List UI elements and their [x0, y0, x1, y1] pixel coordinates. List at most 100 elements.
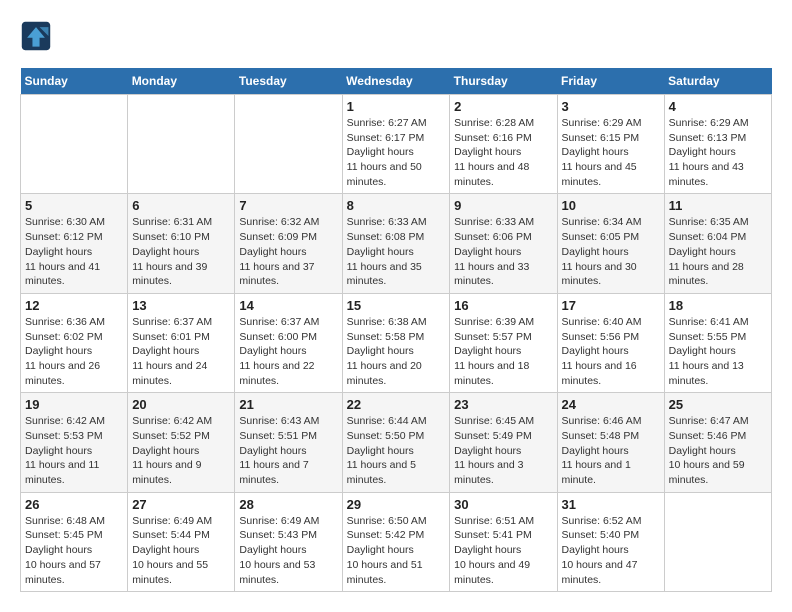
day-number: 6 — [132, 198, 230, 213]
day-info: Sunrise: 6:44 AM Sunset: 5:50 PM Dayligh… — [347, 414, 446, 487]
calendar-cell: 18 Sunrise: 6:41 AM Sunset: 5:55 PM Dayl… — [664, 293, 771, 392]
day-info: Sunrise: 6:48 AM Sunset: 5:45 PM Dayligh… — [25, 514, 123, 587]
day-info: Sunrise: 6:42 AM Sunset: 5:52 PM Dayligh… — [132, 414, 230, 487]
day-number: 2 — [454, 99, 552, 114]
day-number: 21 — [239, 397, 337, 412]
calendar-cell: 30 Sunrise: 6:51 AM Sunset: 5:41 PM Dayl… — [450, 492, 557, 591]
weekday-header-friday: Friday — [557, 68, 664, 95]
calendar-week-row: 19 Sunrise: 6:42 AM Sunset: 5:53 PM Dayl… — [21, 393, 772, 492]
calendar-cell: 5 Sunrise: 6:30 AM Sunset: 6:12 PM Dayli… — [21, 194, 128, 293]
calendar-cell: 28 Sunrise: 6:49 AM Sunset: 5:43 PM Dayl… — [235, 492, 342, 591]
day-info: Sunrise: 6:35 AM Sunset: 6:04 PM Dayligh… — [669, 215, 767, 288]
calendar-cell: 15 Sunrise: 6:38 AM Sunset: 5:58 PM Dayl… — [342, 293, 450, 392]
day-info: Sunrise: 6:31 AM Sunset: 6:10 PM Dayligh… — [132, 215, 230, 288]
day-info: Sunrise: 6:36 AM Sunset: 6:02 PM Dayligh… — [25, 315, 123, 388]
day-number: 23 — [454, 397, 552, 412]
day-info: Sunrise: 6:37 AM Sunset: 6:01 PM Dayligh… — [132, 315, 230, 388]
logo-icon — [20, 20, 52, 52]
day-info: Sunrise: 6:38 AM Sunset: 5:58 PM Dayligh… — [347, 315, 446, 388]
calendar-cell: 9 Sunrise: 6:33 AM Sunset: 6:06 PM Dayli… — [450, 194, 557, 293]
calendar-table: SundayMondayTuesdayWednesdayThursdayFrid… — [20, 68, 772, 592]
day-info: Sunrise: 6:29 AM Sunset: 6:13 PM Dayligh… — [669, 116, 767, 189]
day-info: Sunrise: 6:32 AM Sunset: 6:09 PM Dayligh… — [239, 215, 337, 288]
day-info: Sunrise: 6:34 AM Sunset: 6:05 PM Dayligh… — [562, 215, 660, 288]
day-number: 26 — [25, 497, 123, 512]
page-header — [20, 20, 772, 52]
calendar-cell — [235, 95, 342, 194]
day-number: 3 — [562, 99, 660, 114]
day-info: Sunrise: 6:40 AM Sunset: 5:56 PM Dayligh… — [562, 315, 660, 388]
calendar-cell: 22 Sunrise: 6:44 AM Sunset: 5:50 PM Dayl… — [342, 393, 450, 492]
calendar-cell: 25 Sunrise: 6:47 AM Sunset: 5:46 PM Dayl… — [664, 393, 771, 492]
day-info: Sunrise: 6:50 AM Sunset: 5:42 PM Dayligh… — [347, 514, 446, 587]
day-info: Sunrise: 6:42 AM Sunset: 5:53 PM Dayligh… — [25, 414, 123, 487]
day-number: 9 — [454, 198, 552, 213]
day-info: Sunrise: 6:49 AM Sunset: 5:43 PM Dayligh… — [239, 514, 337, 587]
calendar-cell: 23 Sunrise: 6:45 AM Sunset: 5:49 PM Dayl… — [450, 393, 557, 492]
calendar-week-row: 26 Sunrise: 6:48 AM Sunset: 5:45 PM Dayl… — [21, 492, 772, 591]
weekday-header-sunday: Sunday — [21, 68, 128, 95]
day-number: 25 — [669, 397, 767, 412]
weekday-header-row: SundayMondayTuesdayWednesdayThursdayFrid… — [21, 68, 772, 95]
weekday-header-wednesday: Wednesday — [342, 68, 450, 95]
calendar-cell: 26 Sunrise: 6:48 AM Sunset: 5:45 PM Dayl… — [21, 492, 128, 591]
calendar-week-row: 1 Sunrise: 6:27 AM Sunset: 6:17 PM Dayli… — [21, 95, 772, 194]
day-number: 31 — [562, 497, 660, 512]
calendar-cell: 4 Sunrise: 6:29 AM Sunset: 6:13 PM Dayli… — [664, 95, 771, 194]
day-number: 4 — [669, 99, 767, 114]
day-number: 27 — [132, 497, 230, 512]
day-number: 24 — [562, 397, 660, 412]
day-info: Sunrise: 6:29 AM Sunset: 6:15 PM Dayligh… — [562, 116, 660, 189]
weekday-header-thursday: Thursday — [450, 68, 557, 95]
calendar-cell: 7 Sunrise: 6:32 AM Sunset: 6:09 PM Dayli… — [235, 194, 342, 293]
day-info: Sunrise: 6:49 AM Sunset: 5:44 PM Dayligh… — [132, 514, 230, 587]
calendar-cell: 10 Sunrise: 6:34 AM Sunset: 6:05 PM Dayl… — [557, 194, 664, 293]
logo — [20, 20, 56, 52]
calendar-cell: 21 Sunrise: 6:43 AM Sunset: 5:51 PM Dayl… — [235, 393, 342, 492]
day-info: Sunrise: 6:33 AM Sunset: 6:08 PM Dayligh… — [347, 215, 446, 288]
calendar-cell — [128, 95, 235, 194]
calendar-cell — [664, 492, 771, 591]
day-info: Sunrise: 6:47 AM Sunset: 5:46 PM Dayligh… — [669, 414, 767, 487]
calendar-cell: 8 Sunrise: 6:33 AM Sunset: 6:08 PM Dayli… — [342, 194, 450, 293]
calendar-cell: 12 Sunrise: 6:36 AM Sunset: 6:02 PM Dayl… — [21, 293, 128, 392]
day-info: Sunrise: 6:43 AM Sunset: 5:51 PM Dayligh… — [239, 414, 337, 487]
weekday-header-monday: Monday — [128, 68, 235, 95]
weekday-header-tuesday: Tuesday — [235, 68, 342, 95]
day-info: Sunrise: 6:45 AM Sunset: 5:49 PM Dayligh… — [454, 414, 552, 487]
weekday-header-saturday: Saturday — [664, 68, 771, 95]
calendar-cell: 6 Sunrise: 6:31 AM Sunset: 6:10 PM Dayli… — [128, 194, 235, 293]
day-info: Sunrise: 6:41 AM Sunset: 5:55 PM Dayligh… — [669, 315, 767, 388]
day-number: 1 — [347, 99, 446, 114]
calendar-cell: 2 Sunrise: 6:28 AM Sunset: 6:16 PM Dayli… — [450, 95, 557, 194]
calendar-cell: 3 Sunrise: 6:29 AM Sunset: 6:15 PM Dayli… — [557, 95, 664, 194]
calendar-cell: 29 Sunrise: 6:50 AM Sunset: 5:42 PM Dayl… — [342, 492, 450, 591]
calendar-cell: 13 Sunrise: 6:37 AM Sunset: 6:01 PM Dayl… — [128, 293, 235, 392]
day-number: 15 — [347, 298, 446, 313]
calendar-week-row: 5 Sunrise: 6:30 AM Sunset: 6:12 PM Dayli… — [21, 194, 772, 293]
day-number: 22 — [347, 397, 446, 412]
calendar-cell: 27 Sunrise: 6:49 AM Sunset: 5:44 PM Dayl… — [128, 492, 235, 591]
day-info: Sunrise: 6:52 AM Sunset: 5:40 PM Dayligh… — [562, 514, 660, 587]
day-number: 13 — [132, 298, 230, 313]
day-number: 5 — [25, 198, 123, 213]
day-number: 14 — [239, 298, 337, 313]
day-number: 16 — [454, 298, 552, 313]
day-number: 29 — [347, 497, 446, 512]
day-info: Sunrise: 6:28 AM Sunset: 6:16 PM Dayligh… — [454, 116, 552, 189]
day-info: Sunrise: 6:46 AM Sunset: 5:48 PM Dayligh… — [562, 414, 660, 487]
day-info: Sunrise: 6:33 AM Sunset: 6:06 PM Dayligh… — [454, 215, 552, 288]
day-number: 28 — [239, 497, 337, 512]
day-info: Sunrise: 6:51 AM Sunset: 5:41 PM Dayligh… — [454, 514, 552, 587]
calendar-week-row: 12 Sunrise: 6:36 AM Sunset: 6:02 PM Dayl… — [21, 293, 772, 392]
calendar-cell: 16 Sunrise: 6:39 AM Sunset: 5:57 PM Dayl… — [450, 293, 557, 392]
day-number: 17 — [562, 298, 660, 313]
day-number: 18 — [669, 298, 767, 313]
calendar-cell: 11 Sunrise: 6:35 AM Sunset: 6:04 PM Dayl… — [664, 194, 771, 293]
day-number: 12 — [25, 298, 123, 313]
day-number: 20 — [132, 397, 230, 412]
calendar-cell — [21, 95, 128, 194]
calendar-cell: 31 Sunrise: 6:52 AM Sunset: 5:40 PM Dayl… — [557, 492, 664, 591]
calendar-cell: 24 Sunrise: 6:46 AM Sunset: 5:48 PM Dayl… — [557, 393, 664, 492]
day-number: 30 — [454, 497, 552, 512]
